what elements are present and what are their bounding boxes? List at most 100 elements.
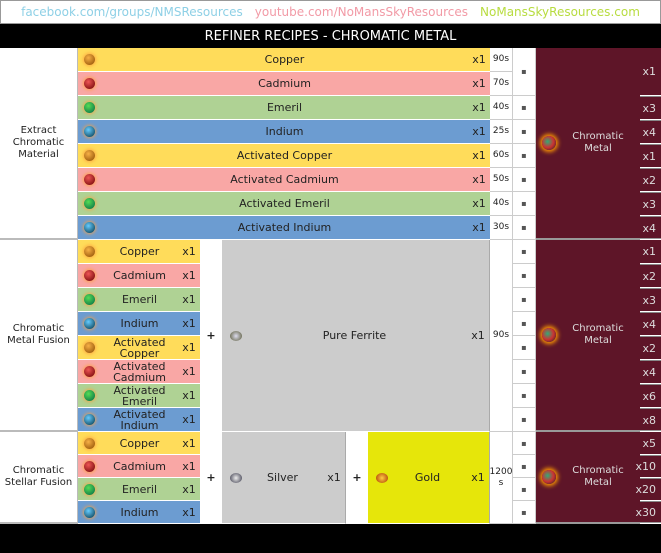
- craft-time: 40s: [490, 192, 513, 216]
- ingredient-row: Emeril x1: [78, 478, 200, 501]
- ingredient-qty: x1: [327, 471, 341, 484]
- equals-sign: ▪: [513, 478, 536, 501]
- output-qty: x2: [640, 168, 661, 192]
- youtube-link[interactable]: youtube.com/NoMansSkyResources: [255, 5, 468, 19]
- ingredient-row: Cadmium x1: [78, 455, 200, 478]
- equals-sign: ▪: [513, 288, 536, 312]
- facebook-link[interactable]: facebook.com/groups/NMSResources: [21, 5, 243, 19]
- ingredient-qty: x1: [182, 245, 196, 258]
- ingredient-name: Copper: [119, 436, 160, 450]
- craft-time: 90s: [490, 240, 513, 432]
- ingredient-qty: x1: [472, 77, 486, 90]
- copper-orb-icon: [84, 150, 95, 161]
- craft-time: 50s: [490, 168, 513, 192]
- ingredient-silver: Silver x1: [222, 432, 346, 524]
- equals-sign: ▪: [513, 264, 536, 288]
- ingredient-row: Cadmium x1: [78, 264, 200, 288]
- ingredient-name: Activated Emeril: [113, 383, 166, 408]
- equals-sign: ▪: [513, 432, 536, 455]
- ingredient-qty: x1: [472, 53, 486, 66]
- emeril-orb-icon: [84, 294, 95, 305]
- equals-sign: ▪: [513, 312, 536, 336]
- output-qty: x1: [640, 48, 661, 96]
- ingredient-name: Pure Ferrite: [322, 329, 387, 342]
- ingredient-name: Cadmium: [258, 77, 311, 90]
- cadmium-orb-icon: [84, 78, 95, 89]
- output-qty: x8: [640, 408, 661, 432]
- ingredient-name: Activated Emeril: [239, 197, 330, 210]
- ingredient-qty: x1: [472, 101, 486, 114]
- ingredient-name: Gold: [414, 471, 441, 484]
- ingredient-qty: x1: [182, 436, 196, 450]
- output-qty: x4: [640, 312, 661, 336]
- ingredient-row: Emeril x1: [78, 288, 200, 312]
- copper-orb-icon: [84, 437, 95, 449]
- ingredient-name: Copper: [264, 53, 305, 66]
- copper-orb-icon: [84, 342, 95, 353]
- ingredient-row: Activated Emeril x1: [78, 192, 490, 216]
- output-qty: x2: [640, 336, 661, 360]
- output-qty: x4: [640, 120, 661, 144]
- equals-sign: ▪: [513, 192, 536, 216]
- ingredient-row: Activated Cadmium x1: [78, 168, 490, 192]
- ingredient-qty: x1: [182, 341, 196, 354]
- result-name: Chromatic Metal: [572, 131, 624, 154]
- ingredient-row: Cadmium x1: [78, 72, 490, 96]
- result-name: Chromatic Metal: [572, 465, 624, 488]
- ingredient-qty: x1: [471, 329, 485, 342]
- ingredient-name: Copper: [119, 245, 160, 258]
- ingredient-gold: Gold x1: [368, 432, 490, 524]
- craft-time: 1200 s: [490, 432, 513, 524]
- output-qty: x30: [635, 501, 661, 524]
- ingredient-row: Activated Copper x1: [78, 336, 200, 360]
- ingredient-name: Activated Copper: [113, 335, 166, 360]
- indium-orb-icon: [84, 318, 95, 329]
- ingredient-qty: x1: [182, 413, 196, 426]
- output-qty: x3: [640, 288, 661, 312]
- output-qty: x3: [640, 192, 661, 216]
- indium-orb-icon: [84, 414, 95, 425]
- ingredient-row: Copper x1: [78, 240, 200, 264]
- website-link[interactable]: NoMansSkyResources.com: [480, 5, 640, 19]
- indium-orb-icon: [84, 222, 95, 233]
- equals-sign: ▪: [513, 408, 536, 432]
- ingredient-name: Indium: [120, 317, 159, 330]
- equals-sign: ▪: [513, 336, 536, 360]
- equals-sign: ▪: [513, 48, 536, 96]
- ingredient-name: Emeril: [266, 101, 303, 114]
- ingredient-qty: x1: [182, 482, 196, 496]
- indium-orb-icon: [84, 506, 95, 518]
- plus-sign: +: [200, 432, 222, 524]
- ingredient-name: Cadmium: [113, 269, 166, 282]
- ingredient-name: Cadmium: [113, 459, 166, 473]
- ingredient-row: Indium x1: [78, 312, 200, 336]
- equals-sign: ▪: [513, 384, 536, 408]
- pure-ferrite-icon: [230, 330, 242, 341]
- ingredient-row: Indium x1: [78, 501, 200, 524]
- output-qty: x3: [640, 96, 661, 120]
- craft-time: 90s: [490, 48, 513, 72]
- resource-links: facebook.com/groups/NMSResources youtube…: [0, 0, 661, 24]
- equals-sign: ▪: [513, 168, 536, 192]
- ingredient-qty: x1: [182, 269, 196, 282]
- section-label: Chromatic Metal Fusion: [0, 240, 78, 432]
- output-qty: x10: [635, 455, 661, 478]
- output-qty: x6: [640, 384, 661, 408]
- equals-sign: ▪: [513, 216, 536, 240]
- ingredient-row: Indium x1: [78, 120, 490, 144]
- ingredient-row: Activated Indium x1: [78, 408, 200, 432]
- ingredient-name: Activated Indium: [237, 221, 332, 234]
- ingredient-qty: x1: [472, 173, 486, 186]
- ingredient-name: Emeril: [121, 293, 158, 306]
- equals-sign: ▪: [513, 120, 536, 144]
- ingredient-row: Activated Copper x1: [78, 144, 490, 168]
- ingredient-qty: x1: [182, 317, 196, 330]
- ingredient-qty: x1: [182, 505, 196, 519]
- plus-sign: +: [346, 432, 368, 524]
- output-qty: x5: [640, 432, 661, 455]
- ingredient-row: Emeril x1: [78, 96, 490, 120]
- cadmium-orb-icon: [84, 174, 95, 185]
- craft-time: 25s: [490, 120, 513, 144]
- ingredient-name: Emeril: [121, 482, 158, 496]
- ingredient-name: Activated Cadmium: [230, 173, 339, 186]
